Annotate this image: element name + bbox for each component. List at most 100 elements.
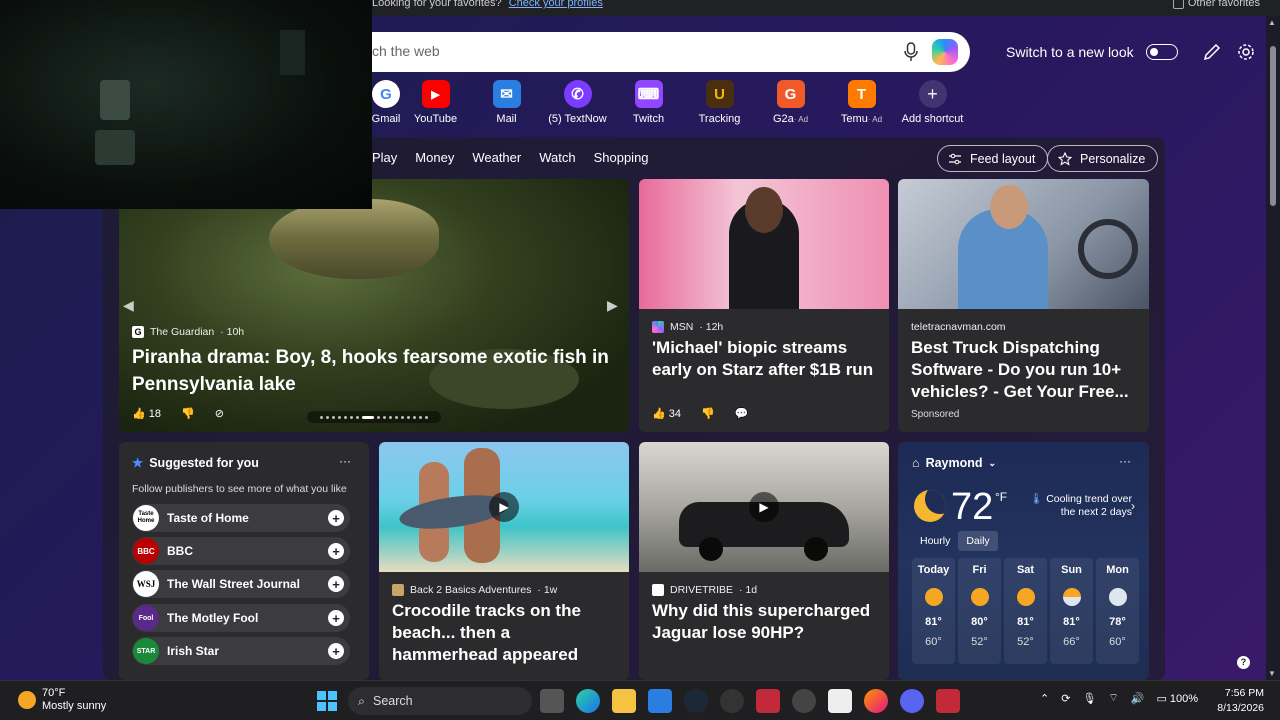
- sponsored-card[interactable]: teletracnavman.com Best Truck Dispatchin…: [898, 179, 1149, 432]
- personalize-button[interactable]: Personalize: [1047, 145, 1159, 172]
- microphone-icon[interactable]: 🎙: [1082, 692, 1096, 705]
- chevron-right-icon[interactable]: ›: [1131, 499, 1135, 513]
- publisher-item[interactable]: BBC BBC +: [132, 537, 350, 565]
- publisher-item[interactable]: Taste Home Taste of Home +: [132, 504, 350, 532]
- copilot-icon[interactable]: [932, 39, 958, 65]
- video-card[interactable]: ▶ DRIVETRIBE · 1d Why did this superchar…: [639, 442, 889, 680]
- carousel-dots[interactable]: [307, 411, 441, 423]
- search-bar[interactable]: ch the web: [372, 32, 970, 72]
- follow-plus-icon[interactable]: +: [328, 610, 344, 626]
- carousel-next-icon[interactable]: ▶: [607, 297, 625, 319]
- sync-icon[interactable]: ⟳: [1061, 692, 1070, 705]
- tab-daily[interactable]: Daily: [958, 531, 998, 551]
- taskbar-search[interactable]: ⌕ Search: [348, 687, 532, 715]
- shortcut-mail[interactable]: ✉ Mail: [471, 80, 542, 125]
- app-icon[interactable]: [756, 689, 780, 713]
- shortcut-tracking[interactable]: U Tracking: [684, 80, 755, 125]
- follow-plus-icon[interactable]: +: [328, 543, 344, 559]
- like-button[interactable]: 👍 34: [652, 407, 681, 420]
- help-icon[interactable]: ?: [1237, 656, 1250, 669]
- more-options-icon[interactable]: ···: [1119, 454, 1131, 468]
- forecast-day[interactable]: Today 81° 60°: [912, 558, 955, 664]
- discord-icon[interactable]: [900, 689, 924, 713]
- other-favorites[interactable]: Other favorites: [1172, 0, 1260, 9]
- article-title[interactable]: Why did this supercharged Jaguar lose 90…: [652, 600, 877, 644]
- article-title[interactable]: Best Truck Dispatching Software - Do you…: [911, 337, 1137, 403]
- article-title[interactable]: Crocodile tracks on the beach... then a …: [392, 600, 617, 666]
- follow-plus-icon[interactable]: +: [328, 643, 344, 659]
- scroll-up-icon[interactable]: ▲: [1268, 18, 1276, 27]
- app-icon[interactable]: [828, 689, 852, 713]
- carousel-prev-icon[interactable]: ◀: [123, 297, 141, 319]
- app-icon[interactable]: [720, 689, 744, 713]
- play-icon[interactable]: ▶: [489, 492, 519, 522]
- start-button[interactable]: [317, 691, 337, 711]
- nav-item-weather[interactable]: Weather: [472, 150, 521, 165]
- wifi-icon[interactable]: ⌔: [1108, 691, 1118, 705]
- shortcut-textnow[interactable]: ✆ (5) TextNow: [542, 80, 613, 125]
- weather-trend[interactable]: 🌡 Cooling trend over the next 2 days: [1024, 493, 1132, 519]
- news-card[interactable]: MSN · 12h 'Michael' biopic streams early…: [639, 179, 889, 432]
- forecast-day[interactable]: Fri 80° 52°: [958, 558, 1001, 664]
- video-card[interactable]: ▶ Back 2 Basics Adventures · 1w Crocodil…: [379, 442, 629, 680]
- forecast-day[interactable]: Sun 81° 66°: [1050, 558, 1093, 664]
- forecast-day[interactable]: Sat 81° 52°: [1004, 558, 1047, 664]
- article-title[interactable]: 'Michael' biopic streams early on Starz …: [652, 337, 877, 381]
- weather-card[interactable]: ⌂ Raymond ⌄ ··· 72 °F 🌡 Cooling trend ov…: [898, 442, 1149, 680]
- task-view-icon[interactable]: [540, 689, 564, 713]
- nav-item-shopping[interactable]: Shopping: [594, 150, 649, 165]
- publisher-item[interactable]: Fool The Motley Fool +: [132, 604, 350, 632]
- forecast-day[interactable]: Mon 78° 60°: [1096, 558, 1139, 664]
- comment-icon[interactable]: 💬: [735, 407, 749, 420]
- check-profiles-link[interactable]: Check your profiles: [509, 0, 603, 9]
- tab-hourly[interactable]: Hourly: [912, 531, 958, 551]
- search-input[interactable]: ch the web: [372, 43, 440, 59]
- edge-icon[interactable]: [576, 689, 600, 713]
- weather-location[interactable]: ⌂ Raymond ⌄: [912, 456, 996, 470]
- speaker-icon[interactable]: 🔊: [1131, 692, 1145, 705]
- hero-card[interactable]: ◀ ▶ G The Guardian · 10h Piranha drama: …: [119, 179, 629, 432]
- firefox-icon[interactable]: [864, 689, 888, 713]
- taskbar-weather[interactable]: 70°F Mostly sunny: [18, 687, 106, 713]
- file-explorer-icon[interactable]: [612, 689, 636, 713]
- shortcut-temu[interactable]: T Temu· Ad: [826, 80, 897, 125]
- nav-item-money[interactable]: Money: [415, 150, 454, 165]
- store-icon[interactable]: [648, 689, 672, 713]
- scroll-down-icon[interactable]: ▼: [1268, 669, 1276, 678]
- hide-icon[interactable]: ⊘: [215, 407, 224, 420]
- app-icon[interactable]: [792, 689, 816, 713]
- pencil-icon[interactable]: [1202, 42, 1222, 62]
- like-button[interactable]: 👍 18: [132, 407, 161, 420]
- shortcut-twitch[interactable]: ⌨ Twitch: [613, 80, 684, 125]
- publisher-item[interactable]: STAR Irish Star +: [132, 637, 350, 665]
- taskbar-clock[interactable]: 7:56 PM 8/13/2026: [1217, 686, 1264, 716]
- shortcut-add[interactable]: + Add shortcut: [897, 80, 968, 125]
- chevron-up-icon[interactable]: ⌃: [1040, 692, 1049, 705]
- shortcut-youtube[interactable]: ▶ YouTube: [400, 80, 471, 125]
- publisher-logo: WSJ: [133, 571, 159, 597]
- play-icon[interactable]: ▶: [749, 492, 779, 522]
- microphone-icon[interactable]: [902, 42, 920, 62]
- new-look-toggle[interactable]: [1145, 44, 1178, 60]
- shortcut-gmail[interactable]: G Gmail: [372, 80, 400, 125]
- more-options-icon[interactable]: ···: [339, 454, 351, 468]
- publisher-item[interactable]: WSJ The Wall Street Journal +: [132, 570, 350, 598]
- nav-item-play[interactable]: Play: [372, 150, 397, 165]
- follow-plus-icon[interactable]: +: [328, 510, 344, 526]
- nav-item-watch[interactable]: Watch: [539, 150, 575, 165]
- battery-icon[interactable]: ▭ 100%: [1156, 692, 1198, 705]
- article-title[interactable]: Piranha drama: Boy, 8, hooks fearsome ex…: [132, 344, 617, 398]
- page-scrollbar[interactable]: ▲ ▼: [1266, 16, 1280, 680]
- steam-icon[interactable]: [684, 689, 708, 713]
- app-icon[interactable]: [936, 689, 960, 713]
- scrollbar-thumb[interactable]: [1270, 46, 1276, 206]
- feed-layout-button[interactable]: Feed layout: [937, 145, 1049, 172]
- dislike-icon[interactable]: 👎: [701, 407, 715, 420]
- dislike-icon[interactable]: 👎: [181, 407, 195, 420]
- sun-icon: [1016, 588, 1035, 606]
- gear-icon[interactable]: [1236, 42, 1256, 62]
- publisher-name: The Motley Fool: [167, 611, 259, 625]
- shortcut-g2a[interactable]: G G2a· Ad: [755, 80, 826, 125]
- chevron-down-icon: ⌄: [988, 457, 997, 468]
- follow-plus-icon[interactable]: +: [328, 576, 344, 592]
